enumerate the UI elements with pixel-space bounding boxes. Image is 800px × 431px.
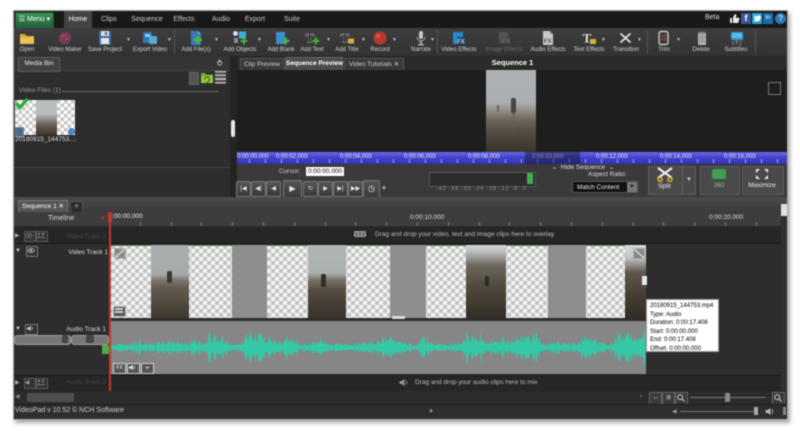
svg-text:FX: FX — [544, 39, 552, 45]
svg-text:FX: FX — [457, 40, 465, 46]
svg-text:T: T — [306, 31, 315, 46]
svg-text:FX: FX — [503, 39, 511, 45]
